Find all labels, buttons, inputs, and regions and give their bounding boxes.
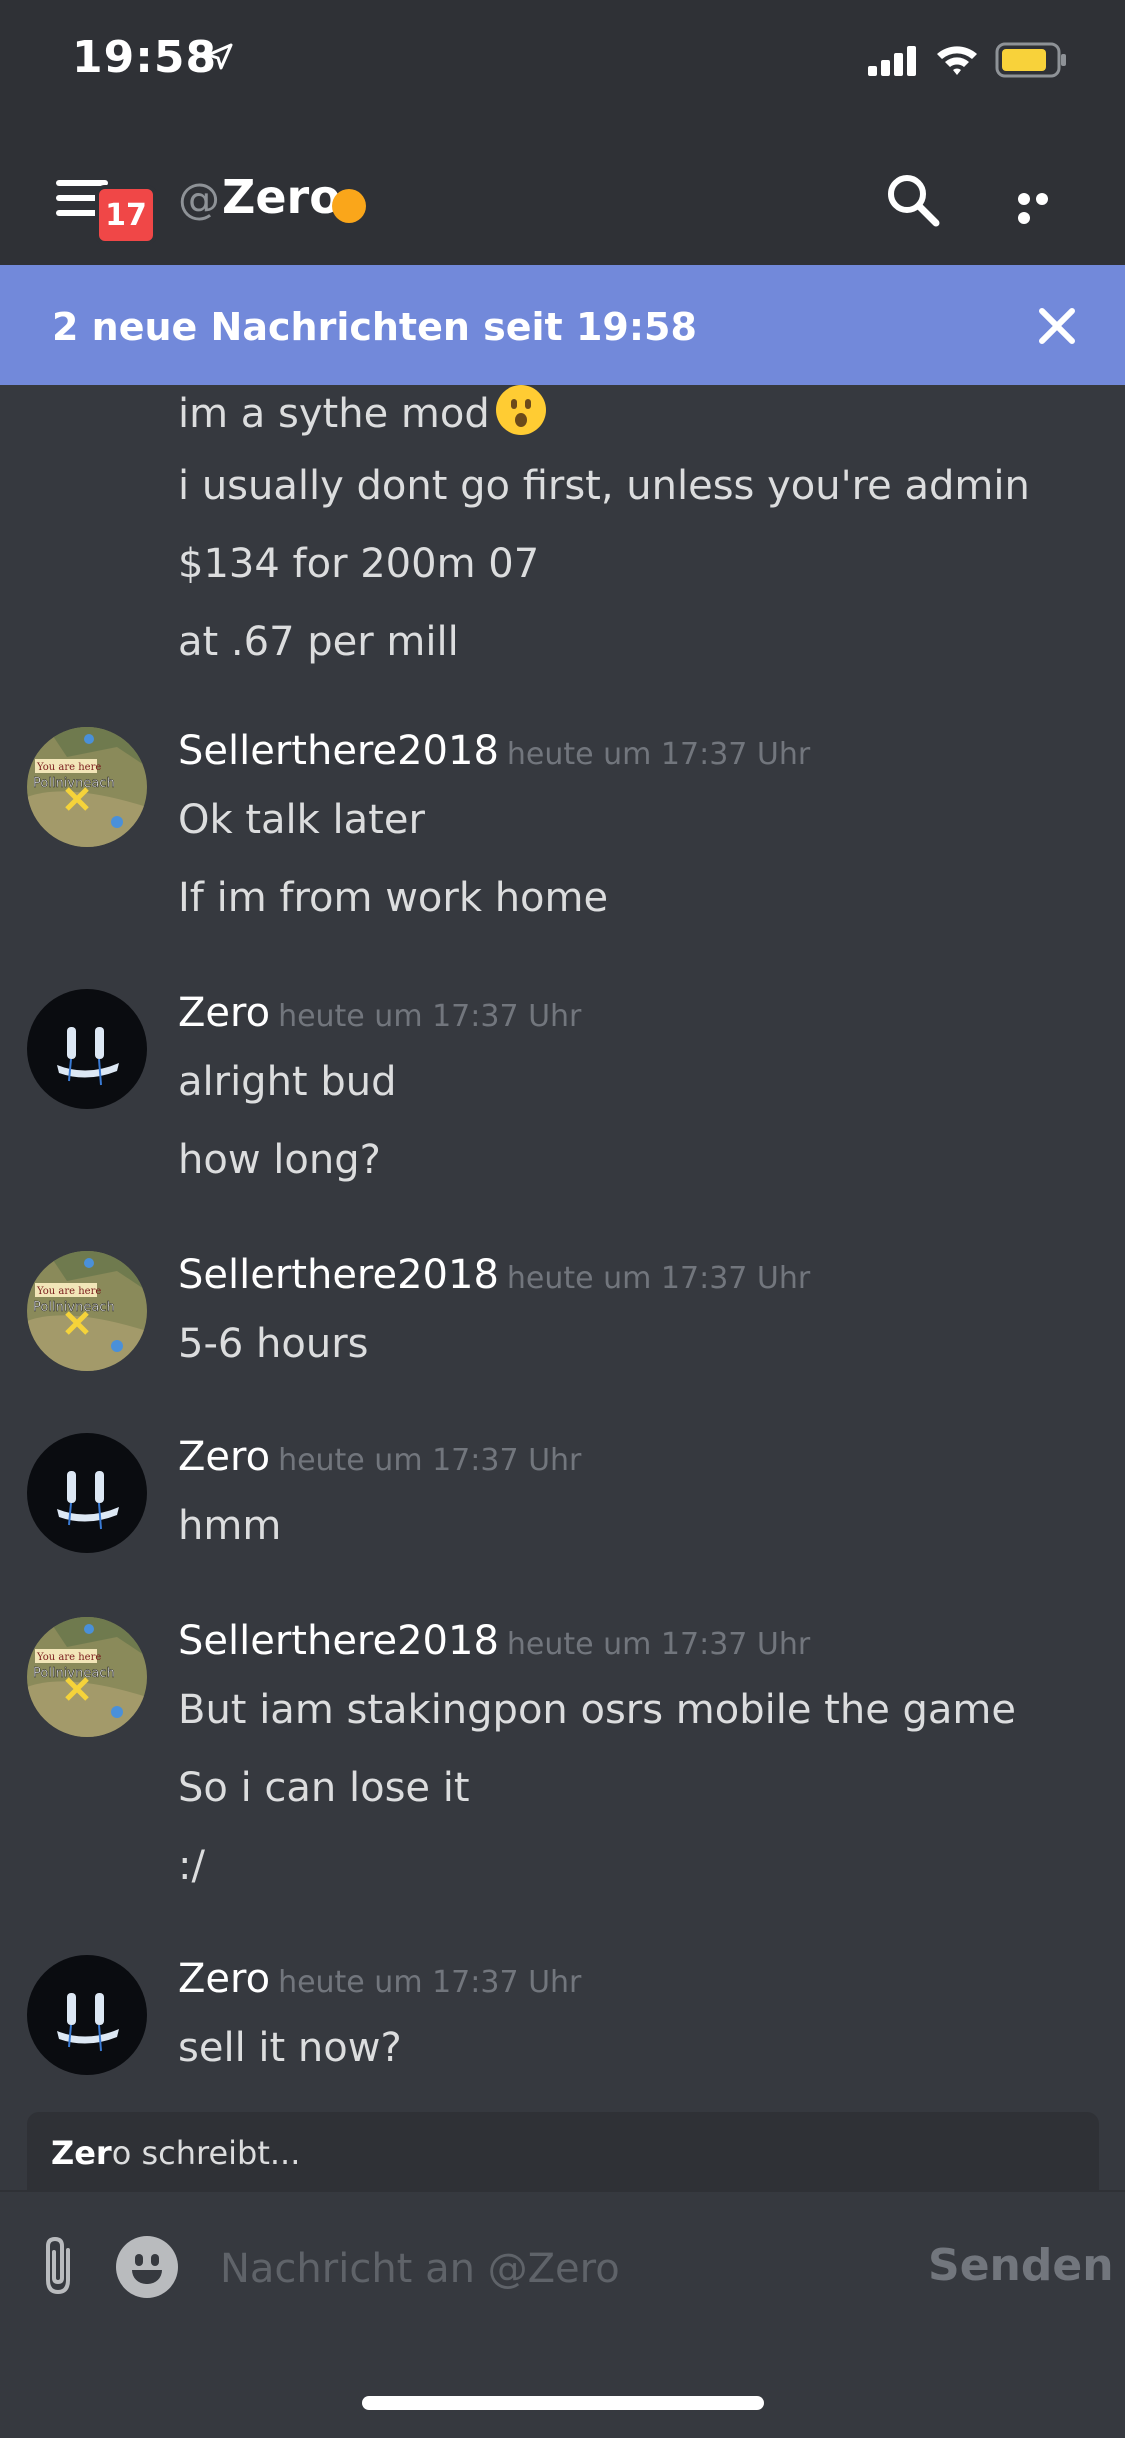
message-timestamp: heute um 17:37 Uhr (278, 1965, 582, 2000)
new-messages-text: 2 neue Nachrichten seit 19:58 (52, 305, 697, 349)
message-text: how long? (178, 1137, 381, 1183)
at-symbol: @ (178, 174, 220, 223)
message-author[interactable]: Zero heute um 17:37 Uhr (178, 990, 581, 1036)
battery-icon (995, 42, 1066, 78)
emoji-picker-icon[interactable] (116, 2236, 178, 2298)
message-author[interactable]: Sellerthere2018 heute um 17:37 Uhr (178, 1618, 810, 1664)
message-text: sell it now? (178, 2025, 402, 2071)
search-icon[interactable] (885, 172, 941, 228)
svg-text:You are here: You are here (36, 762, 101, 773)
message-text: at .67 per mill (178, 619, 459, 665)
message-text: hmm (178, 1503, 282, 1549)
message-timestamp: heute um 17:37 Uhr (278, 1443, 582, 1478)
message-timestamp: heute um 17:37 Uhr (506, 737, 811, 772)
message-text: alright bud (178, 1059, 397, 1105)
svg-text:You are here: You are here (36, 1286, 101, 1297)
paperclip-icon[interactable] (38, 2234, 78, 2298)
wifi-icon (937, 46, 977, 75)
unread-badge: 17 (95, 185, 157, 245)
hushed-face-emoji-icon (495, 385, 546, 435)
svg-text:Pollnivneach: Pollnivneach (33, 1300, 115, 1315)
message-text: im a sythe mod (178, 385, 546, 437)
cellular-signal-icon (868, 46, 916, 76)
message-author[interactable]: Zero heute um 17:37 Uhr (178, 1434, 581, 1480)
avatar-zero[interactable] (27, 1955, 147, 2075)
close-icon[interactable] (1036, 305, 1078, 347)
message-text: 5-6 hours (178, 1321, 369, 1367)
message-timestamp: heute um 17:37 Uhr (278, 999, 582, 1034)
message-author[interactable]: Sellerthere2018 heute um 17:37 Uhr (178, 1252, 810, 1298)
message-author[interactable]: Zero heute um 17:37 Uhr (178, 1956, 581, 2002)
message-timestamp: heute um 17:37 Uhr (506, 1627, 811, 1662)
avatar-sellerthere2018[interactable]: You are here Pollnivneach (27, 1251, 147, 1371)
new-messages-banner[interactable]: 2 neue Nachrichten seit 19:58 (0, 265, 1125, 385)
home-indicator[interactable] (362, 2396, 764, 2410)
message-timestamp: heute um 17:37 Uhr (506, 1261, 811, 1296)
message-list[interactable]: im a sythe mod i usually dont go first, … (0, 385, 1125, 2110)
avatar-sellerthere2018[interactable]: You are here Pollnivneach (27, 1617, 147, 1737)
avatar-zero[interactable] (27, 1433, 147, 1553)
dm-recipient-name[interactable]: Zero (222, 170, 341, 224)
message-text: i usually dont go first, unless you're a… (178, 463, 1030, 509)
idle-status-indicator (332, 189, 366, 223)
message-author[interactable]: Sellerthere2018 heute um 17:37 Uhr (178, 728, 810, 774)
typing-text: Zero schreibt... (51, 2134, 301, 2172)
status-time: 19:58 (72, 32, 218, 83)
message-text: If im from work home (178, 875, 609, 921)
avatar-zero[interactable] (27, 989, 147, 1109)
message-text: So i can lose it (178, 1765, 470, 1811)
svg-text:Pollnivneach: Pollnivneach (33, 1666, 115, 1681)
message-text: :/ (178, 1843, 205, 1889)
svg-text:Pollnivneach: Pollnivneach (33, 776, 115, 791)
location-arrow-icon (206, 43, 233, 70)
svg-text:You are here: You are here (36, 1652, 101, 1663)
message-input[interactable] (218, 2238, 862, 2300)
channel-header: 17 @ Zero (0, 120, 1125, 265)
avatar-sellerthere2018[interactable]: You are here Pollnivneach (27, 727, 147, 847)
typing-indicator: Zero schreibt... (27, 2112, 1099, 2190)
message-text: But iam stakingpon osrs mobile the game (178, 1687, 1017, 1733)
send-button[interactable]: Senden (928, 2240, 1114, 2291)
more-options-icon[interactable] (1018, 190, 1070, 224)
message-text: Ok talk later (178, 797, 425, 843)
message-text: $134 for 200m 07 (178, 541, 540, 587)
status-bar: 19:58 (0, 0, 1125, 120)
